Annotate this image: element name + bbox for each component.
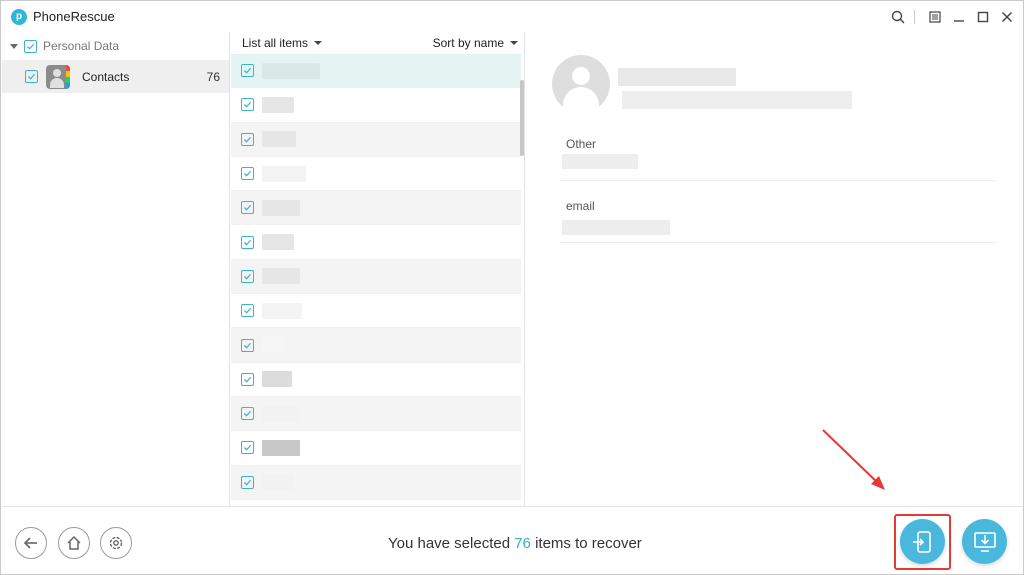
row-checkbox[interactable] — [241, 338, 254, 352]
selected-count: 76 — [514, 535, 531, 552]
redacted-contact-name — [618, 68, 736, 86]
field-divider — [560, 180, 996, 181]
field-label-email: email — [566, 199, 595, 213]
redacted-name — [262, 96, 294, 113]
redacted-field-value — [562, 154, 638, 169]
redacted-name — [262, 62, 320, 79]
category-label: Personal Data — [43, 39, 120, 53]
category-checkbox[interactable] — [24, 39, 37, 53]
list-item[interactable] — [231, 191, 521, 226]
contact-detail-panel: Other email — [526, 32, 1023, 506]
title-separator — [914, 10, 915, 24]
row-checkbox[interactable] — [241, 372, 254, 386]
redacted-name — [262, 234, 294, 251]
redacted-name — [262, 199, 300, 216]
category-sidebar: Personal Data Contacts 76 — [2, 32, 230, 506]
row-checkbox[interactable] — [241, 235, 254, 249]
window-controls — [884, 7, 1017, 27]
row-checkbox[interactable] — [241, 304, 254, 318]
list-item[interactable] — [231, 294, 521, 329]
row-checkbox[interactable] — [241, 98, 254, 112]
redacted-contact-subtitle — [622, 91, 852, 109]
contacts-count: 76 — [206, 69, 220, 84]
to-device-icon — [912, 530, 931, 553]
list-item[interactable] — [231, 259, 521, 295]
recover-to-device-button[interactable] — [900, 519, 945, 564]
row-checkbox[interactable] — [241, 475, 254, 489]
minimize-icon[interactable] — [949, 7, 969, 27]
recover-to-computer-button[interactable] — [962, 519, 1007, 564]
list-item[interactable] — [231, 157, 521, 192]
redacted-name — [262, 131, 296, 148]
redacted-name — [262, 268, 300, 285]
status-suffix: items to recover — [535, 535, 642, 552]
category-personal-data[interactable]: Personal Data — [2, 32, 229, 60]
row-checkbox[interactable] — [241, 167, 254, 181]
chevron-down-icon — [510, 41, 518, 45]
list-item[interactable] — [231, 88, 521, 123]
redacted-name — [262, 337, 284, 354]
list-item[interactable] — [231, 54, 521, 89]
home-button[interactable] — [58, 527, 90, 559]
list-item[interactable] — [231, 431, 521, 466]
contact-list-panel: List all items Sort by name — [231, 32, 525, 506]
selection-status: You have selected 76 items to recover — [388, 535, 642, 552]
list-item[interactable] — [231, 465, 521, 500]
row-checkbox[interactable] — [241, 269, 254, 283]
list-item[interactable] — [231, 363, 521, 397]
row-checkbox[interactable] — [241, 64, 254, 78]
redacted-name — [262, 302, 302, 319]
redacted-name — [262, 439, 300, 456]
row-checkbox[interactable] — [241, 132, 254, 146]
sidebar-item-label: Contacts — [82, 69, 130, 84]
settings-button[interactable] — [100, 527, 132, 559]
row-checkbox[interactable] — [241, 201, 254, 215]
redacted-name — [262, 165, 306, 182]
contact-avatar — [552, 55, 610, 113]
contacts-checkbox[interactable] — [25, 70, 38, 83]
app-title: PhoneRescue — [33, 9, 115, 24]
list-item[interactable] — [231, 328, 521, 363]
search-icon[interactable] — [888, 7, 908, 27]
collapse-caret-icon[interactable] — [10, 43, 18, 49]
app-window: p PhoneRescue Personal Data Contacts 76 … — [0, 0, 1024, 575]
row-checkbox[interactable] — [241, 407, 254, 421]
field-divider — [560, 242, 996, 243]
list-item[interactable] — [231, 122, 521, 157]
title-bar: p PhoneRescue — [1, 1, 1023, 32]
chevron-down-icon — [314, 41, 323, 45]
footer-bar: You have selected 76 items to recover — [2, 506, 1023, 574]
sort-dropdown[interactable]: Sort by name — [433, 36, 518, 50]
close-icon[interactable] — [997, 7, 1017, 27]
list-header: List all items Sort by name — [231, 32, 524, 54]
redacted-name — [262, 371, 292, 388]
list-item[interactable] — [231, 225, 521, 260]
home-icon — [67, 535, 81, 550]
menu-icon[interactable] — [925, 7, 945, 27]
row-checkbox[interactable] — [241, 441, 254, 455]
redacted-field-value — [562, 220, 670, 235]
redacted-name — [262, 474, 294, 491]
status-prefix: You have selected — [388, 535, 511, 552]
field-label-other: Other — [566, 137, 597, 151]
filter-dropdown[interactable]: List all items — [242, 36, 323, 50]
arrow-left-icon — [23, 537, 37, 549]
redacted-name — [262, 405, 300, 422]
list-scrollbar[interactable] — [520, 80, 524, 156]
maximize-icon[interactable] — [973, 7, 993, 27]
contacts-app-icon — [46, 64, 70, 89]
gear-icon — [109, 536, 123, 550]
back-button[interactable] — [15, 527, 47, 559]
contact-rows — [231, 54, 521, 500]
list-item[interactable] — [231, 396, 521, 432]
to-computer-icon — [973, 531, 996, 552]
filter-label: List all items — [242, 36, 309, 50]
app-logo-icon: p — [11, 8, 27, 25]
sidebar-item-contacts[interactable]: Contacts 76 — [2, 60, 229, 93]
sort-label: Sort by name — [432, 36, 504, 50]
